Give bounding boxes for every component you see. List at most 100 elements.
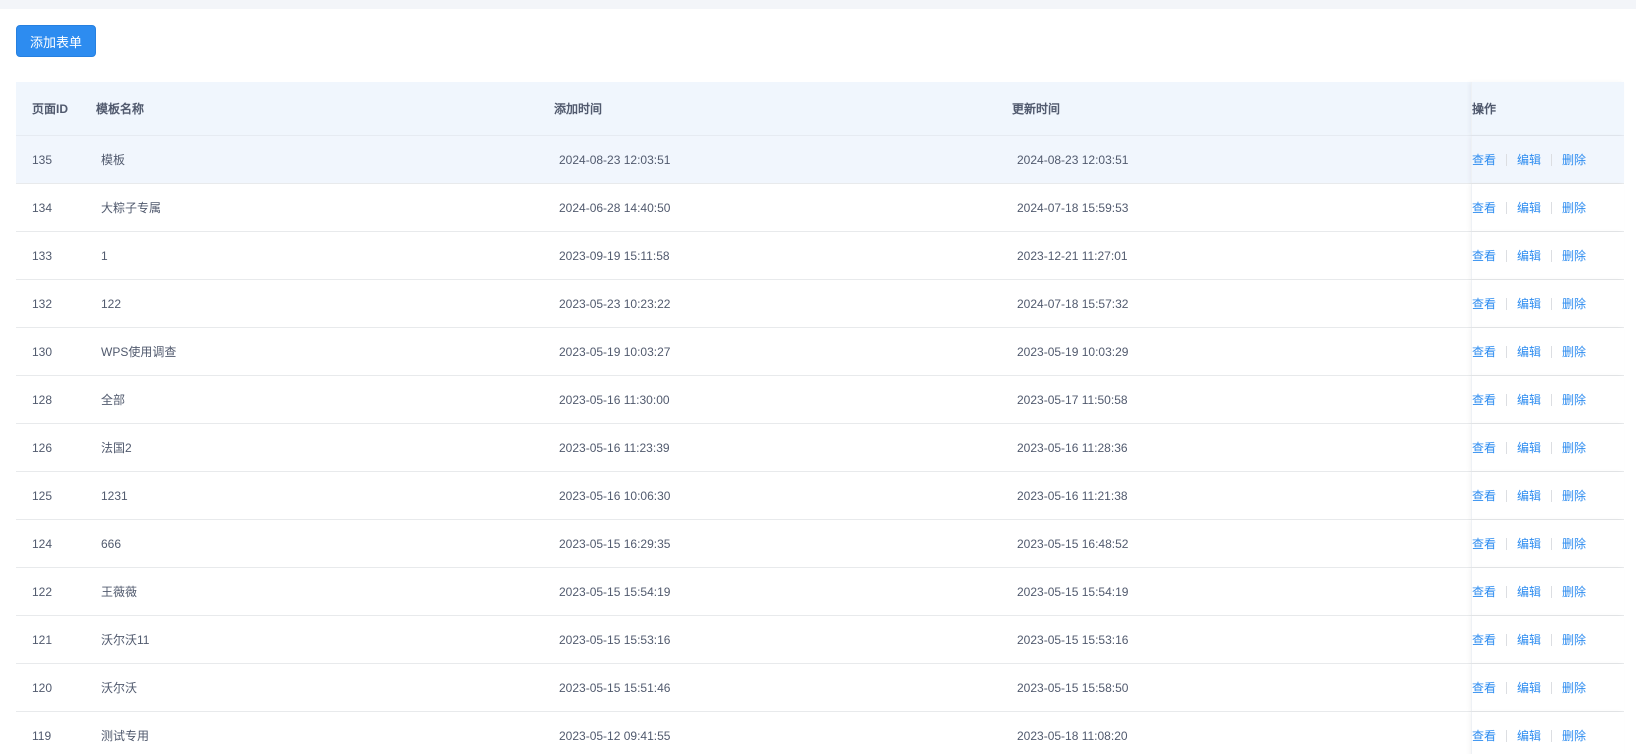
edit-link[interactable]: 编辑 — [1517, 151, 1541, 168]
divider — [1551, 489, 1553, 502]
edit-link[interactable]: 编辑 — [1517, 295, 1541, 312]
divider — [1551, 297, 1553, 310]
header-operations: 操作 — [1472, 102, 1497, 116]
table-row: 132 122 2023-05-23 10:23:22 2024-07-18 15:5… — [16, 280, 1624, 328]
table-body: 135 模板 2024-08-23 12:03:51 2024-08-23 12:03… — [16, 136, 1624, 754]
cell-page-id: 135 — [32, 152, 53, 167]
delete-link[interactable]: 删除 — [1562, 535, 1586, 552]
cell-template-name: 1 — [101, 248, 108, 263]
cell-operations: 查看 编辑 删除 — [1472, 583, 1586, 600]
header-added-time: 添加时间 — [554, 102, 603, 116]
delete-link[interactable]: 删除 — [1562, 295, 1586, 312]
header-updated-time: 更新时间 — [1012, 102, 1061, 116]
view-link[interactable]: 查看 — [1472, 391, 1496, 408]
cell-added-time: 2023-05-15 16:29:35 — [559, 536, 671, 551]
view-link[interactable]: 查看 — [1472, 343, 1496, 360]
delete-link[interactable]: 删除 — [1562, 631, 1586, 648]
cell-template-name: 122 — [101, 296, 122, 311]
delete-link[interactable]: 删除 — [1562, 247, 1586, 264]
edit-link[interactable]: 编辑 — [1517, 727, 1541, 744]
divider — [1506, 345, 1508, 358]
edit-link[interactable]: 编辑 — [1517, 247, 1541, 264]
cell-operations: 查看 编辑 删除 — [1472, 247, 1586, 264]
cell-operations: 查看 编辑 删除 — [1472, 679, 1586, 696]
cell-added-time: 2023-09-19 15:11:58 — [559, 248, 670, 263]
divider — [1551, 393, 1553, 406]
cell-template-name: 大粽子专属 — [101, 201, 162, 215]
cell-operations: 查看 编辑 删除 — [1472, 391, 1586, 408]
delete-link[interactable]: 删除 — [1562, 343, 1586, 360]
divider — [1506, 297, 1508, 310]
cell-page-id: 124 — [32, 536, 53, 551]
view-link[interactable]: 查看 — [1472, 151, 1496, 168]
view-link[interactable]: 查看 — [1472, 295, 1496, 312]
cell-updated-time: 2023-05-17 11:50:58 — [1017, 392, 1128, 407]
delete-link[interactable]: 删除 — [1562, 199, 1586, 216]
cell-updated-time: 2023-12-21 11:27:01 — [1017, 248, 1128, 263]
view-link[interactable]: 查看 — [1472, 535, 1496, 552]
cell-page-id: 128 — [32, 392, 53, 407]
delete-link[interactable]: 删除 — [1562, 391, 1586, 408]
table-header: 页面ID 模板名称 添加时间 更新时间 操作 — [16, 82, 1624, 136]
cell-template-name: 测试专用 — [101, 729, 150, 743]
divider — [1506, 537, 1508, 550]
divider — [1551, 633, 1553, 646]
cell-updated-time: 2024-08-23 12:03:51 — [1017, 152, 1129, 167]
table-row: 126 法国2 2023-05-16 11:23:39 2023-05-16 11:2… — [16, 424, 1624, 472]
table-row: 130 WPS使用调查 2023-05-19 10:03:27 2023-05-19 … — [16, 328, 1624, 376]
divider — [1551, 681, 1553, 694]
cell-added-time: 2023-05-15 15:53:16 — [559, 632, 671, 647]
view-link[interactable]: 查看 — [1472, 631, 1496, 648]
delete-link[interactable]: 删除 — [1562, 151, 1586, 168]
delete-link[interactable]: 删除 — [1562, 487, 1586, 504]
table-row: 133 1 2023-09-19 15:11:58 2023-12-21 11:27:… — [16, 232, 1624, 280]
cell-operations: 查看 编辑 删除 — [1472, 487, 1586, 504]
divider — [1551, 153, 1553, 166]
view-link[interactable]: 查看 — [1472, 583, 1496, 600]
cell-template-name: 模板 — [101, 153, 126, 167]
table-row: 125 1231 2023-05-16 10:06:30 2023-05-16 11:… — [16, 472, 1624, 520]
cell-page-id: 126 — [32, 440, 53, 455]
edit-link[interactable]: 编辑 — [1517, 199, 1541, 216]
divider — [1506, 441, 1508, 454]
divider — [1551, 537, 1553, 550]
cell-updated-time: 2024-07-18 15:59:53 — [1017, 200, 1129, 215]
edit-link[interactable]: 编辑 — [1517, 535, 1541, 552]
cell-page-id: 122 — [32, 584, 53, 599]
edit-link[interactable]: 编辑 — [1517, 679, 1541, 696]
cell-added-time: 2023-05-16 11:30:00 — [559, 392, 670, 407]
view-link[interactable]: 查看 — [1472, 439, 1496, 456]
delete-link[interactable]: 删除 — [1562, 439, 1586, 456]
divider — [1551, 729, 1553, 742]
cell-page-id: 121 — [32, 632, 53, 647]
cell-added-time: 2023-05-15 15:54:19 — [559, 584, 671, 599]
add-form-button[interactable]: 添加表单 — [16, 25, 96, 57]
view-link[interactable]: 查看 — [1472, 727, 1496, 744]
forms-table: 页面ID 模板名称 添加时间 更新时间 操作 135 模板 2024-08-23 1… — [16, 82, 1624, 754]
edit-link[interactable]: 编辑 — [1517, 487, 1541, 504]
view-link[interactable]: 查看 — [1472, 247, 1496, 264]
delete-link[interactable]: 删除 — [1562, 727, 1586, 744]
edit-link[interactable]: 编辑 — [1517, 391, 1541, 408]
divider — [1551, 249, 1553, 262]
view-link[interactable]: 查看 — [1472, 487, 1496, 504]
cell-template-name: WPS使用调查 — [101, 345, 177, 359]
divider — [1551, 201, 1553, 214]
cell-template-name: 沃尔沃11 — [101, 633, 150, 647]
delete-link[interactable]: 删除 — [1562, 679, 1586, 696]
edit-link[interactable]: 编辑 — [1517, 583, 1541, 600]
cell-updated-time: 2023-05-15 15:54:19 — [1017, 584, 1129, 599]
cell-template-name: 王薇薇 — [101, 585, 138, 599]
divider — [1506, 153, 1508, 166]
cell-template-name: 1231 — [101, 488, 128, 503]
cell-operations: 查看 编辑 删除 — [1472, 343, 1586, 360]
edit-link[interactable]: 编辑 — [1517, 631, 1541, 648]
divider — [1506, 729, 1508, 742]
view-link[interactable]: 查看 — [1472, 199, 1496, 216]
cell-template-name: 666 — [101, 536, 122, 551]
edit-link[interactable]: 编辑 — [1517, 439, 1541, 456]
divider — [1506, 585, 1508, 598]
edit-link[interactable]: 编辑 — [1517, 343, 1541, 360]
view-link[interactable]: 查看 — [1472, 679, 1496, 696]
delete-link[interactable]: 删除 — [1562, 583, 1586, 600]
